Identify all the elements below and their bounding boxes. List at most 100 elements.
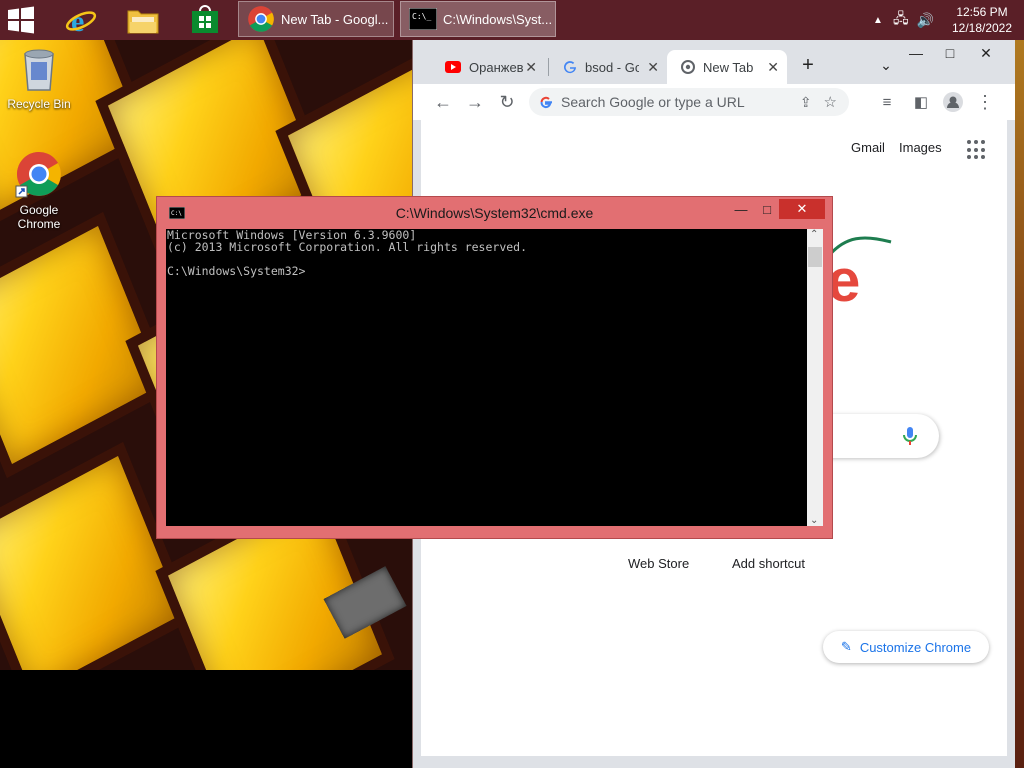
clock[interactable]: 12:56 PM 12/18/2022: [940, 4, 1024, 36]
svg-text:C:\_: C:\_: [412, 12, 431, 21]
task-label: New Tab - Googl...: [281, 11, 389, 27]
vertical-dots-icon: ⋮: [976, 91, 994, 112]
tab-close-icon[interactable]: ✕: [767, 59, 779, 76]
scrollbar-thumb[interactable]: [808, 247, 822, 267]
desktop-empty-area: [0, 670, 412, 768]
close-button[interactable]: ✕: [969, 42, 1003, 64]
internet-explorer-icon: e: [65, 5, 97, 36]
microphone-icon[interactable]: [903, 426, 917, 446]
back-button[interactable]: ←: [431, 90, 455, 114]
cmd-icon: C:\_: [409, 8, 437, 30]
network-icon[interactable]: 🖧: [893, 8, 909, 32]
side-panel-button[interactable]: ◧: [909, 90, 933, 114]
task-label: C:\Windows\Syst...: [443, 11, 553, 27]
bookmark-star-icon[interactable]: ☆: [824, 93, 837, 111]
taskbar: e New Tab - Googl... C:\_ C:\Windows\Sys…: [0, 0, 1024, 40]
tab-youtube[interactable]: Оранжев ✕: [431, 50, 545, 84]
desktop-icon-google-chrome[interactable]: Google Chrome: [0, 150, 78, 231]
taskbar-internet-explorer[interactable]: e: [55, 2, 107, 38]
chrome-menu-button[interactable]: ⋮: [973, 90, 997, 114]
google-g-icon: [564, 61, 576, 74]
maximize-icon: □: [945, 45, 955, 61]
reload-icon: ↻: [499, 91, 515, 112]
cmd-maximize-button[interactable]: □: [753, 199, 781, 219]
tab-title: New Tab: [703, 59, 754, 75]
profile-button[interactable]: [941, 90, 965, 114]
cmd-minimize-button[interactable]: —: [727, 199, 755, 219]
tab-close-icon[interactable]: ✕: [525, 59, 537, 76]
reload-button[interactable]: ↻: [495, 90, 519, 114]
omnibox[interactable]: Search Google or type a URL ⇪ ☆: [529, 88, 849, 116]
store-bag-icon: [192, 5, 218, 33]
chrome-icon: [248, 6, 274, 32]
clock-date: 12/18/2022: [951, 21, 1013, 35]
minimize-icon: —: [734, 201, 748, 217]
customize-chrome-label: Customize Chrome: [859, 639, 972, 655]
console-line: (c) 2013 Microsoft Corporation. All righ…: [167, 240, 528, 254]
desktop-icon-recycle-bin[interactable]: Recycle Bin: [0, 46, 78, 111]
cmd-title-bar[interactable]: C:\ C:\Windows\System32\cmd.exe — □ ✕: [157, 197, 832, 229]
tab-title: Оранжев: [469, 59, 523, 75]
tab-bsod-search[interactable]: bsod - Goo ✕: [549, 50, 667, 84]
cmd-close-button[interactable]: ✕: [779, 199, 825, 219]
arrow-left-icon: ←: [434, 91, 452, 112]
google-doodle[interactable]: e: [821, 230, 901, 340]
taskbar-task-cmd[interactable]: C:\_ C:\Windows\Syst...: [400, 1, 556, 37]
chrome-icon: [681, 60, 695, 74]
volume-icon[interactable]: 🔊: [917, 12, 934, 29]
images-link[interactable]: Images: [899, 140, 942, 155]
scroll-down-icon[interactable]: ⌄: [810, 515, 818, 526]
plus-icon: +: [802, 53, 814, 76]
google-apps-icon[interactable]: [967, 140, 987, 160]
cmd-scrollbar[interactable]: ⌃ ⌄: [807, 229, 823, 526]
google-g-icon: [540, 96, 552, 108]
taskbar-task-chrome[interactable]: New Tab - Googl...: [238, 1, 394, 37]
scroll-up-icon[interactable]: ⌃: [810, 229, 818, 240]
desktop-icon-label: Recycle Bin: [7, 97, 71, 111]
minimize-button[interactable]: —: [899, 42, 933, 64]
show-hidden-icons-icon[interactable]: ▲: [873, 15, 883, 26]
omnibox-placeholder: Search Google or type a URL: [561, 94, 745, 110]
svg-text:e: e: [71, 5, 84, 36]
close-icon: ✕: [796, 201, 808, 216]
side-panel-icon: ◧: [913, 94, 929, 111]
cmd-console[interactable]: Microsoft Windows [Version 6.3.9600] (c) …: [166, 229, 807, 526]
chevron-down-icon: ⌄: [880, 56, 892, 73]
system-tray: ▲ 🖧 🔊 12:56 PM 12/18/2022: [873, 0, 1024, 40]
windows-logo-icon: [8, 6, 34, 34]
media-queue-icon: ≡: [882, 93, 892, 111]
recycle-bin-icon: [24, 49, 54, 91]
shortcut-add[interactable]: Add shortcut: [732, 556, 805, 571]
start-button[interactable]: [6, 6, 40, 34]
close-icon: ✕: [980, 44, 992, 61]
clock-time: 12:56 PM: [956, 5, 1008, 19]
taskbar-file-explorer[interactable]: [117, 2, 169, 38]
maximize-button[interactable]: □: [933, 42, 967, 64]
chrome-tab-strip: Оранжев ✕ bsod - Goo ✕ New Tab ✕ + ⌄ — □…: [413, 40, 1015, 84]
taskbar-store[interactable]: [179, 2, 231, 38]
desktop-icon-label: Google Chrome: [17, 203, 61, 231]
share-icon[interactable]: ⇪: [800, 94, 812, 111]
tab-new-tab[interactable]: New Tab ✕: [667, 50, 787, 84]
maximize-icon: □: [763, 201, 771, 217]
chrome-toolbar: ← → ↻ Search Google or type a URL ⇪ ☆ ≡ …: [413, 84, 1015, 120]
gmail-link[interactable]: Gmail: [851, 140, 885, 155]
reading-list-button[interactable]: ≡: [875, 90, 899, 114]
minimize-icon: —: [909, 45, 923, 61]
cmd-window: C:\ C:\Windows\System32\cmd.exe — □ ✕ Mi…: [156, 196, 833, 539]
tab-search-button[interactable]: ⌄: [869, 54, 903, 76]
chrome-icon: [15, 152, 61, 198]
profile-avatar-icon: [943, 92, 963, 112]
arrow-right-icon: →: [466, 91, 484, 112]
customize-chrome-button[interactable]: ✎ Customize Chrome: [823, 631, 989, 663]
tab-title: bsod - Goo: [585, 59, 639, 75]
folder-icon: [127, 10, 159, 34]
new-tab-button[interactable]: +: [791, 54, 825, 76]
search-box[interactable]: [819, 414, 939, 458]
youtube-icon: [445, 61, 461, 73]
pencil-icon: ✎: [840, 639, 852, 654]
console-prompt: C:\Windows\System32>: [167, 264, 306, 278]
forward-button[interactable]: →: [463, 90, 487, 114]
tab-close-icon[interactable]: ✕: [647, 59, 659, 76]
shortcut-web-store[interactable]: Web Store: [628, 556, 689, 571]
